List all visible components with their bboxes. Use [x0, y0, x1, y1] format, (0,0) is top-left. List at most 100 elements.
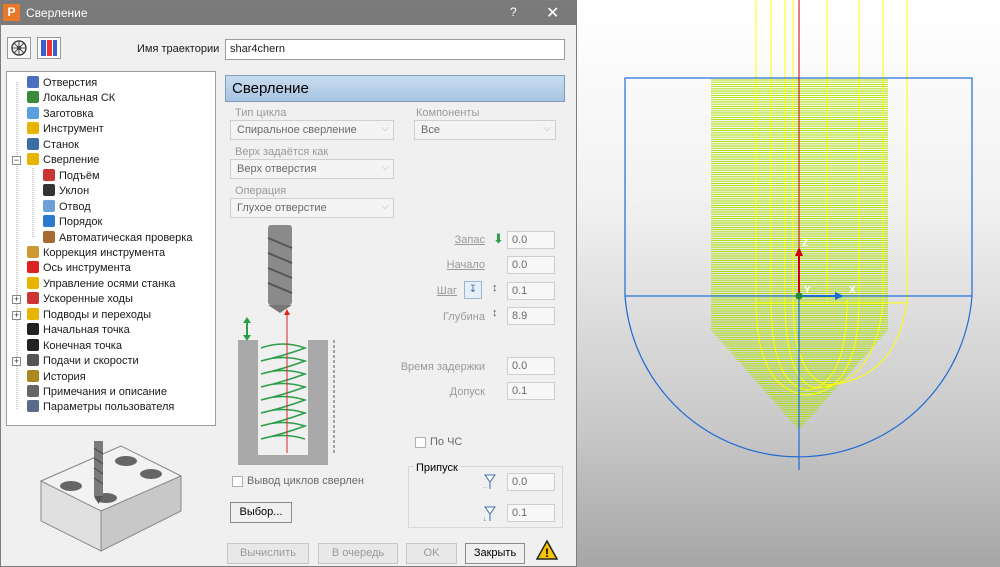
select-button[interactable]: Выбор... — [230, 502, 292, 523]
tree-item[interactable]: Станок — [27, 137, 79, 153]
components-select[interactable]: Все ⌵ — [414, 120, 556, 140]
tree-item-icon — [27, 91, 39, 104]
start-label[interactable]: Начало — [421, 259, 485, 271]
path-name-input[interactable]: shar4chern — [225, 39, 565, 60]
tree-item-icon — [43, 215, 55, 228]
step-input[interactable]: 0.1 — [507, 282, 555, 300]
tree-item[interactable]: Порядок — [43, 215, 102, 230]
tree-item[interactable]: Автоматическая проверка — [43, 230, 193, 246]
tree-item-icon — [27, 400, 39, 413]
tree-item[interactable]: Отвод — [43, 199, 91, 215]
calculate-button[interactable]: Вычислить — [227, 543, 309, 564]
tree-item-label: Подъём — [59, 169, 100, 182]
tree-item-label: Конечная точка — [43, 339, 122, 352]
tree-item[interactable]: Подачи и скорости — [27, 354, 139, 369]
chevron-down-icon: ⌵ — [543, 123, 551, 134]
app-logo-icon: P — [3, 4, 20, 21]
top-defined-label: Верх задаётся как — [235, 146, 329, 158]
cycle-type-value: Спиральное сверление — [237, 124, 357, 136]
ok-button[interactable]: OK — [406, 543, 457, 564]
step-mode-icon[interactable]: ↧ — [464, 281, 482, 299]
warning-icon[interactable]: ! — [535, 539, 559, 564]
top-defined-value: Верх отверстия — [237, 163, 317, 175]
wheel-icon[interactable] — [7, 37, 31, 59]
tree-item-label: Начальная точка — [43, 324, 130, 337]
tree-item[interactable]: Начальная точка — [27, 323, 130, 338]
tree-item[interactable]: Подъём — [43, 168, 100, 184]
tree-item[interactable]: История — [27, 369, 86, 385]
tree-item-icon — [27, 106, 39, 119]
step-label[interactable]: Шаг — [401, 285, 457, 297]
help-button[interactable]: ? — [510, 5, 517, 19]
tolerance-input[interactable]: 0.1 — [507, 382, 555, 400]
tree-item[interactable]: Отверстия — [27, 76, 97, 91]
tree-item[interactable]: Заготовка — [27, 106, 93, 122]
axis-y-label: Y — [804, 285, 811, 296]
dwell-input[interactable]: 0.0 — [507, 357, 555, 375]
chevron-down-icon: ⌵ — [381, 123, 389, 134]
tree-item-icon — [43, 199, 55, 212]
axis-z-label: Z — [802, 238, 808, 249]
components-value: Все — [421, 124, 440, 136]
top-defined-select[interactable]: Верх отверстия ⌵ — [230, 159, 394, 179]
components-label: Компоненты — [416, 107, 480, 119]
start-input[interactable]: 0.0 — [507, 256, 555, 274]
output-cycles-checkbox[interactable] — [232, 476, 243, 487]
tree-item[interactable]: Ось инструмента — [27, 261, 131, 276]
title-bar: P Сверление ? ✕ — [1, 1, 578, 25]
tree-item[interactable]: Инструмент — [27, 122, 104, 137]
tree-item-icon — [27, 292, 39, 305]
svg-text:··: ·· — [483, 485, 487, 491]
tree-item[interactable]: Уклон — [43, 184, 89, 199]
tree-item-icon — [27, 354, 39, 367]
dwell-label: Время задержки — [400, 361, 485, 373]
tree-item[interactable]: Конечная точка — [27, 338, 122, 354]
clearance-input[interactable]: 0.0 — [507, 231, 555, 249]
tree-item[interactable]: Ускоренные ходы — [27, 292, 133, 307]
close-window-button[interactable]: ✕ — [546, 3, 559, 23]
tree-item-label: История — [43, 370, 86, 383]
allowance-title: Припуск — [414, 462, 460, 474]
tree-item-icon — [27, 122, 39, 135]
tree-item-label: Автоматическая проверка — [59, 231, 193, 244]
clearance-label[interactable]: Запас — [421, 234, 485, 246]
tree-item-icon — [27, 76, 39, 88]
tree-expander[interactable]: + — [12, 357, 21, 367]
tree-expander[interactable]: + — [12, 295, 21, 305]
tree-item[interactable]: Управление осями станка — [27, 276, 176, 292]
chevron-down-icon: ⌵ — [381, 162, 389, 173]
path-name-label: Имя траектории — [137, 43, 220, 55]
tree-item-icon — [27, 385, 39, 397]
axial-allowance-icon: ↓ — [483, 505, 497, 526]
tree-item-icon — [43, 168, 55, 181]
graphics-viewport[interactable]: Z Y X — [577, 0, 1000, 567]
cycle-type-select[interactable]: Спиральное сверление ⌵ — [230, 120, 394, 140]
clockwise-label: По ЧС — [430, 436, 463, 448]
step-icon: ↕ — [492, 282, 498, 294]
tree-expander[interactable]: + — [12, 310, 21, 320]
tree-item[interactable]: Сверление — [27, 153, 99, 168]
tree-expander[interactable]: − — [12, 156, 21, 166]
tree-item[interactable]: Примечания и описание — [27, 385, 167, 400]
stock-outline — [624, 0, 973, 470]
queue-button[interactable]: В очередь — [318, 543, 398, 564]
svg-text:!: ! — [545, 546, 549, 560]
operation-value: Глухое отверстие — [237, 202, 327, 214]
tree-item-icon — [27, 338, 39, 351]
tree-item-label: Сверление — [43, 154, 100, 167]
tool-library-icon[interactable] — [37, 37, 61, 59]
axial-allowance-input[interactable]: 0.1 — [507, 504, 555, 522]
tree-item[interactable]: Локальная СК — [27, 91, 115, 106]
depth-icon: ↕ — [492, 307, 498, 319]
tree-item[interactable]: Параметры пользователя — [27, 400, 174, 415]
close-button[interactable]: Закрыть — [465, 543, 525, 564]
depth-input[interactable]: 8.9 — [507, 307, 555, 325]
tree-item[interactable]: Подводы и переходы — [27, 307, 151, 323]
tree-item[interactable]: Коррекция инструмента — [27, 245, 165, 261]
tree-item-label: Управление осями станка — [43, 277, 176, 290]
clockwise-checkbox[interactable] — [415, 437, 426, 448]
radial-allowance-input[interactable]: 0.0 — [507, 473, 555, 491]
tree-item-icon — [43, 184, 55, 197]
operation-select[interactable]: Глухое отверстие ⌵ — [230, 198, 394, 218]
settings-tree: Отверстия Локальная СК Заготовка Инструмент… — [6, 71, 216, 426]
